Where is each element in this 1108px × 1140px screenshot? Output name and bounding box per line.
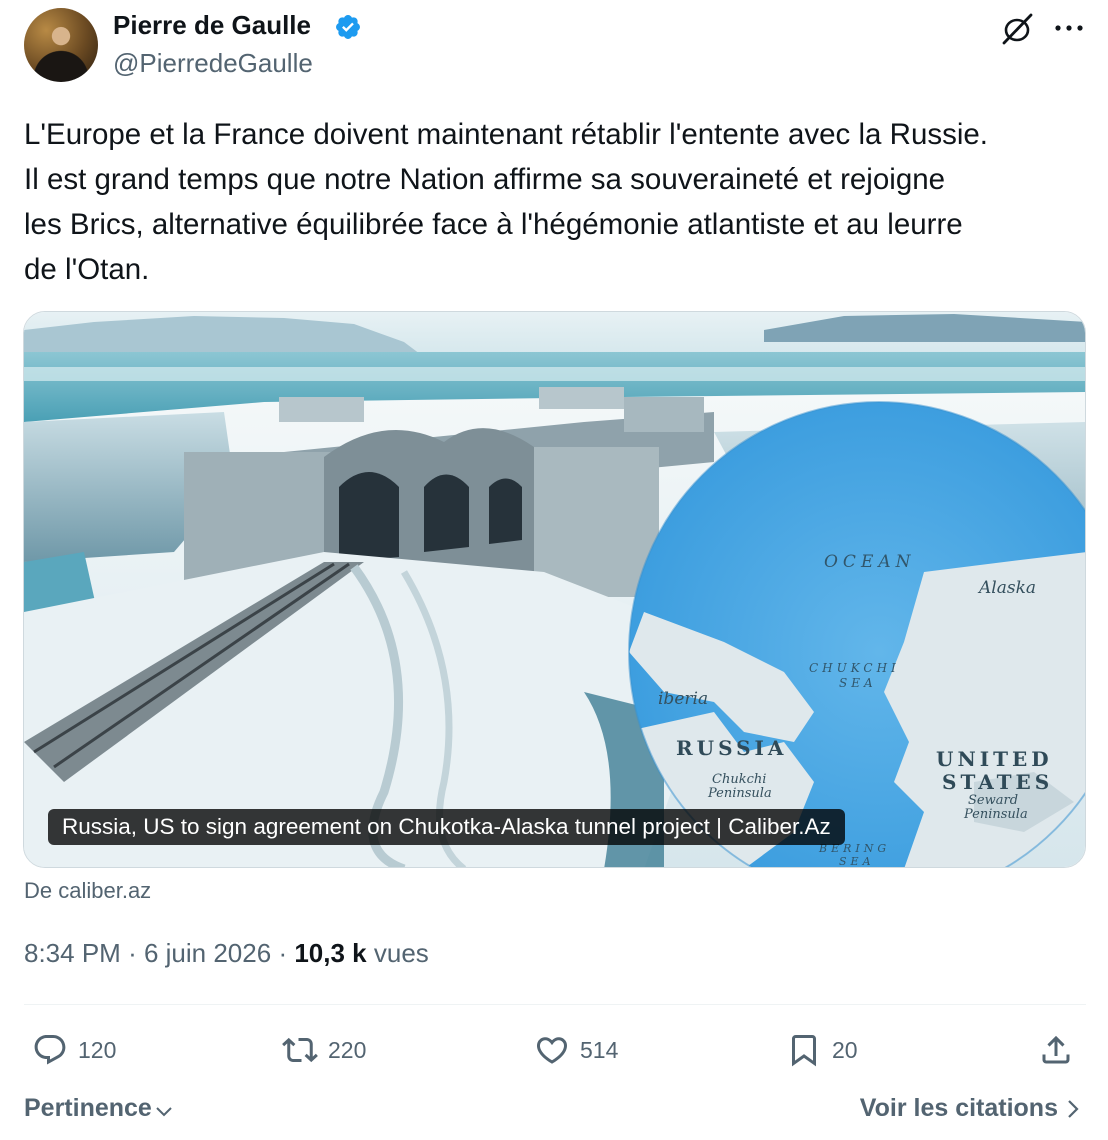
repost-count: 220 [328, 1036, 367, 1063]
grok-icon[interactable] [998, 10, 1036, 48]
map-label-chukchi-pen-1: Chukchi [712, 772, 766, 787]
bookmark-button[interactable]: 20 [786, 1030, 858, 1070]
map-label-siberia: iberia [658, 689, 708, 709]
divider [24, 1004, 1086, 1005]
map-label-states: STATES [942, 770, 1053, 794]
view-quotes-link[interactable]: Voir les citations [860, 1094, 1082, 1123]
bookmark-icon [792, 1035, 816, 1067]
share-icon [1042, 1035, 1070, 1064]
author-handle[interactable]: @PierredeGaulle [113, 48, 313, 79]
share-button[interactable] [1038, 1030, 1084, 1070]
card-image: OCEAN Alaska CHUKCHI SEA iberia RUSSIA U… [24, 312, 1085, 868]
map-label-alaska: Alaska [977, 578, 1036, 598]
like-count: 514 [580, 1036, 619, 1063]
views-label: vues [373, 938, 429, 968]
views-count: 10,3 k [294, 938, 367, 968]
reply-icon [34, 1035, 66, 1065]
map-label-seward-2: Peninsula [963, 807, 1028, 822]
meta-separator: · [128, 938, 137, 968]
tweet-time[interactable]: 8:34 PM [24, 938, 121, 968]
repost-icon [282, 1037, 318, 1063]
map-label-seward-1: Seward [968, 793, 1018, 808]
verified-icon [336, 15, 360, 39]
tweet-text: L'Europe et la France doivent maintenant… [24, 118, 989, 286]
link-card[interactable]: OCEAN Alaska CHUKCHI SEA iberia RUSSIA U… [23, 311, 1086, 868]
bookmark-count: 20 [832, 1036, 858, 1063]
map-label-united: UNITED [936, 747, 1053, 771]
repost-button[interactable]: 220 [282, 1030, 366, 1070]
map-label-ocean: OCEAN [824, 552, 916, 572]
meta-separator: · [278, 938, 288, 968]
sort-label: Pertinence [24, 1094, 152, 1122]
more-icon[interactable] [1052, 18, 1086, 38]
sort-dropdown[interactable]: Pertinence [24, 1094, 174, 1123]
reply-count: 120 [78, 1036, 117, 1063]
avatar[interactable] [24, 8, 98, 82]
chevron-down-icon [156, 1106, 172, 1116]
tweet-date[interactable]: 6 juin 2026 [144, 938, 271, 968]
map-label-chukchi-pen-2: Peninsula [707, 786, 772, 801]
tweet-meta: 8:34 PM · 6 juin 2026 · 10,3 k vues [24, 938, 429, 969]
map-label-chukchi-sea-1: CHUKCHI [809, 661, 900, 675]
card-caption: Russia, US to sign agreement on Chukotka… [48, 809, 845, 845]
map-label-russia: RUSSIA [676, 736, 787, 760]
map-label-chukchi-sea-2: SEA [839, 676, 877, 690]
source-link[interactable]: De caliber.az [24, 878, 151, 904]
author-name[interactable]: Pierre de Gaulle [113, 10, 311, 41]
quotes-label: Voir les citations [859, 1094, 1058, 1122]
reply-button[interactable]: 120 [32, 1030, 116, 1070]
map-label-sea: SEA [839, 855, 875, 868]
like-icon [536, 1037, 568, 1064]
like-button[interactable]: 514 [534, 1030, 618, 1070]
chevron-right-icon [1068, 1099, 1079, 1118]
